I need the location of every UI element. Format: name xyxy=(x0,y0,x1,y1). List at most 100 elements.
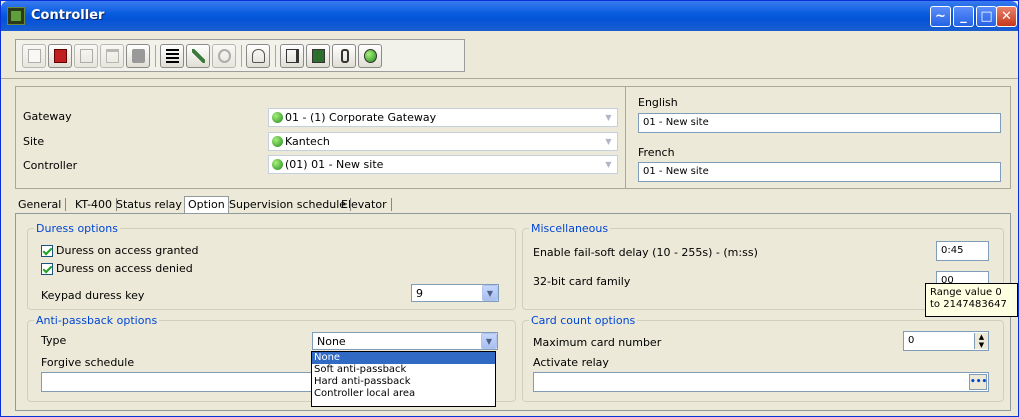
controller-combo[interactable]: (01) 01 - New site ▼ xyxy=(268,155,618,174)
duress-granted-checkbox[interactable] xyxy=(41,245,53,257)
relay-icon xyxy=(312,49,325,63)
help-icon[interactable]: ~ xyxy=(930,6,951,27)
tab-general[interactable]: General xyxy=(18,198,67,211)
option-none[interactable]: None xyxy=(312,352,495,364)
option-controller-local-area[interactable]: Controller local area xyxy=(312,388,495,400)
english-name-input[interactable]: 01 - New site xyxy=(638,113,1001,133)
controller-header: Gateway 01 - (1) Corporate Gateway ▼ Sit… xyxy=(15,86,1011,189)
window-title: Controller xyxy=(31,8,105,23)
duress-denied-checkbox[interactable] xyxy=(41,263,53,275)
title-bar[interactable]: Controller ~ _ □ ✕ xyxy=(1,1,1018,31)
link-button[interactable] xyxy=(186,44,210,68)
input-icon xyxy=(341,49,349,63)
find-icon xyxy=(218,49,231,63)
failsoft-delay-input[interactable]: 0:45 xyxy=(936,241,989,261)
forgive-schedule-label: Forgive schedule xyxy=(41,356,135,369)
english-label: English xyxy=(638,96,678,109)
list-button[interactable] xyxy=(160,44,184,68)
browse-relay-button[interactable]: ••• xyxy=(969,374,987,390)
chevron-down-icon[interactable]: ▼ xyxy=(601,134,616,149)
forgive-schedule-field[interactable] xyxy=(41,372,316,392)
language-fields: English 01 - New site French 01 - New si… xyxy=(628,87,1010,188)
option-soft-antipassback[interactable]: Soft anti-passback xyxy=(312,364,495,376)
status-green-icon xyxy=(272,159,283,170)
tab-elevator[interactable]: Elevator xyxy=(341,198,392,211)
location-fields: Gateway 01 - (1) Corporate Gateway ▼ Sit… xyxy=(16,87,626,188)
input-button[interactable] xyxy=(332,44,356,68)
save-icon xyxy=(54,49,67,63)
status-green-icon xyxy=(272,136,283,147)
tab-strip: General KT-400 Status relay Option Super… xyxy=(15,196,415,214)
duress-denied-label: Duress on access denied xyxy=(56,262,193,275)
new-button[interactable] xyxy=(22,44,46,68)
option-panel: Duress options Duress on access granted … xyxy=(15,213,1011,411)
tab-kt400[interactable]: KT-400 xyxy=(75,198,118,211)
card-count-group: Card count options Maximum card number 0… xyxy=(522,314,1004,402)
link-icon xyxy=(192,49,205,63)
chevron-down-icon[interactable]: ▼ xyxy=(481,333,497,349)
failsoft-delay-label: Enable fail-soft delay (10 - 255s) - (m:… xyxy=(533,246,758,259)
french-name-input[interactable]: 01 - New site xyxy=(638,162,1001,182)
activate-relay-label: Activate relay xyxy=(533,356,609,369)
miscellaneous-title: Miscellaneous xyxy=(529,222,611,235)
tab-option[interactable]: Option xyxy=(184,196,229,214)
status-green-icon xyxy=(272,112,283,123)
new-icon xyxy=(28,49,41,63)
copy-icon xyxy=(80,49,93,63)
card-count-title: Card count options xyxy=(529,314,638,327)
activate-relay-field[interactable] xyxy=(533,372,989,392)
chevron-down-icon[interactable]: ▼ xyxy=(601,110,616,125)
keypad-duress-key-select[interactable]: 9 ▼ xyxy=(411,284,499,302)
gateway-value: 01 - (1) Corporate Gateway xyxy=(285,111,437,124)
antipassback-title: Anti-passback options xyxy=(34,314,160,327)
toolbar-buttons xyxy=(15,39,465,72)
duress-granted-label: Duress on access granted xyxy=(56,244,199,257)
print-icon xyxy=(132,49,145,63)
relay-button[interactable] xyxy=(306,44,330,68)
keypad-duress-key-label: Keypad duress key xyxy=(41,289,145,302)
status-button[interactable] xyxy=(358,44,382,68)
duress-group: Duress options Duress on access granted … xyxy=(27,222,516,310)
door-icon xyxy=(286,49,299,63)
user-button[interactable] xyxy=(246,44,270,68)
antipassback-type-select[interactable]: None ▼ xyxy=(312,332,498,350)
controller-label: Controller xyxy=(23,159,78,172)
copy-button[interactable] xyxy=(74,44,98,68)
gateway-label: Gateway xyxy=(23,110,72,123)
save-button[interactable] xyxy=(48,44,72,68)
close-button[interactable]: ✕ xyxy=(996,6,1017,27)
option-hard-antipassback[interactable]: Hard anti-passback xyxy=(312,376,495,388)
site-value: Kantech xyxy=(285,135,330,148)
spinner-arrows-icon[interactable]: ▲ ▼ xyxy=(974,333,988,349)
delete-button[interactable] xyxy=(100,44,124,68)
tab-supervision-schedule[interactable]: Supervision schedule xyxy=(229,198,352,211)
status-led-icon xyxy=(364,49,377,63)
french-label: French xyxy=(638,146,675,159)
chevron-down-icon[interactable]: ▼ xyxy=(482,285,498,301)
duress-title: Duress options xyxy=(34,222,120,235)
controller-app-icon xyxy=(7,7,25,25)
max-card-number-label: Maximum card number xyxy=(533,336,662,349)
controller-window: Controller ~ _ □ ✕ Gateway 01 - (1) Corp… xyxy=(0,0,1019,417)
delete-icon xyxy=(106,49,119,63)
user-icon xyxy=(252,49,265,63)
minimize-button[interactable]: _ xyxy=(953,6,974,27)
keypad-duress-key-value: 9 xyxy=(416,287,423,300)
print-button[interactable] xyxy=(126,44,150,68)
gateway-combo[interactable]: 01 - (1) Corporate Gateway ▼ xyxy=(268,108,618,127)
toolbar xyxy=(1,31,1018,79)
antipassback-type-dropdown: None Soft anti-passback Hard anti-passba… xyxy=(311,351,496,407)
find-button[interactable] xyxy=(212,44,236,68)
type-label: Type xyxy=(41,334,67,347)
card-family-label: 32-bit card family xyxy=(533,275,631,288)
antipassback-type-value: None xyxy=(317,335,346,348)
list-icon xyxy=(166,49,179,63)
tab-status-relay[interactable]: Status relay xyxy=(116,198,187,211)
site-label: Site xyxy=(23,135,45,148)
controller-value: (01) 01 - New site xyxy=(285,158,384,171)
site-combo[interactable]: Kantech ▼ xyxy=(268,132,618,151)
chevron-down-icon[interactable]: ▼ xyxy=(601,157,616,172)
door-button[interactable] xyxy=(280,44,304,68)
maximize-button[interactable]: □ xyxy=(976,6,997,27)
range-tooltip: Range value 0 to 2147483647 xyxy=(925,283,1018,317)
